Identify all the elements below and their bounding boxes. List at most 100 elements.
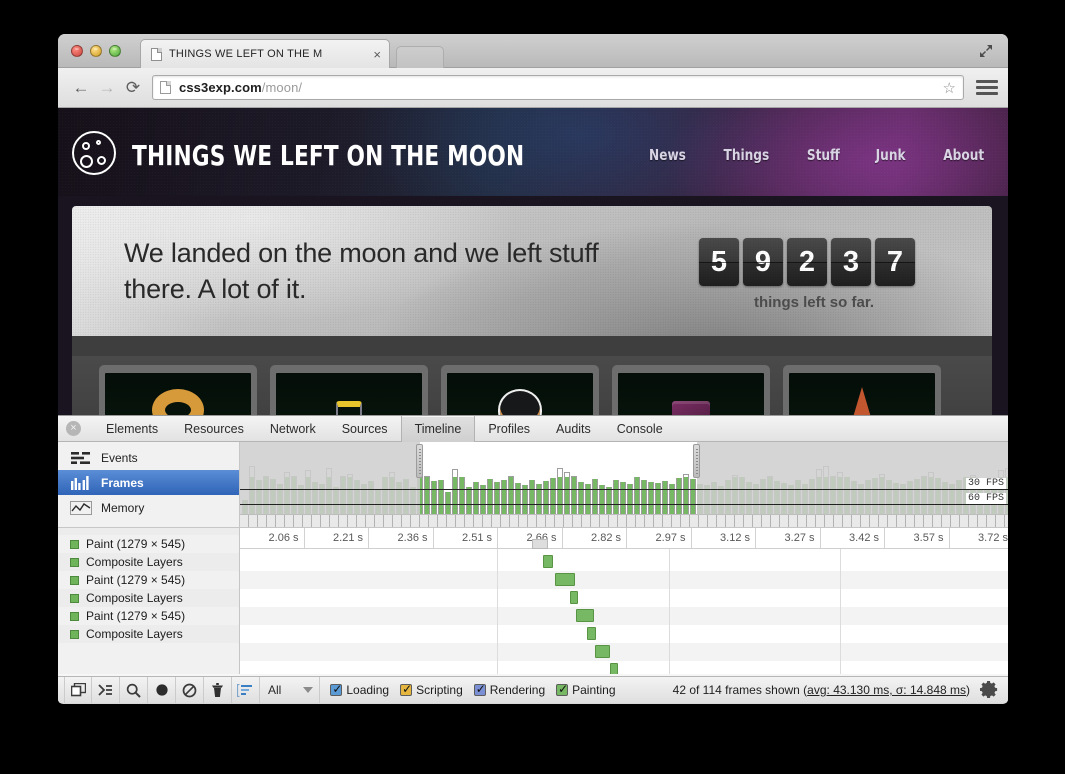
new-tab-button[interactable] [396,46,444,68]
event-block[interactable] [587,627,596,640]
records-timeline-column[interactable]: 2.06 s2.21 s2.36 s2.51 s2.66 s2.82 s2.97… [240,528,1008,674]
table-row[interactable]: Composite Layers [58,625,239,643]
overview-tick [321,515,330,527]
tab-console[interactable]: Console [604,416,676,442]
overview-tick [573,515,582,527]
screenshot-root: THINGS WE LEFT ON THE M × ← → ⟳ css3exp.… [0,0,1065,774]
frame-bar [683,474,689,514]
record-lane [240,643,1008,661]
event-block[interactable] [610,663,618,674]
record-lanes [240,549,1008,674]
checkbox-box[interactable] [400,684,412,696]
browser-toolbar: ← → ⟳ css3exp.com/moon/ ☆ [58,68,1008,108]
nav-item-about[interactable]: About [943,146,984,164]
console-drawer-button[interactable] [92,677,120,703]
tab-elements[interactable]: Elements [93,416,171,442]
overview-tick [411,515,420,527]
sidebar-item-memory[interactable]: Memory [58,495,239,520]
category-checkboxes: Loading Scripting Rendering Paintin [320,683,615,697]
selection-handle-left[interactable] [416,444,423,478]
event-block[interactable] [570,591,578,604]
fullscreen-icon[interactable] [978,43,994,59]
frame-bar [501,480,507,514]
event-block[interactable] [555,573,575,586]
nav-item-stuff[interactable]: Stuff [806,146,839,164]
tab-sources[interactable]: Sources [329,416,401,442]
overview-tick [510,515,519,527]
frame-bar [445,492,451,514]
garbage-collect-button[interactable] [204,677,232,703]
checkbox-scripting[interactable]: Scripting [400,683,463,697]
ruler-tick: 3.42 s [821,528,886,548]
bookmark-star-icon[interactable]: ☆ [943,79,956,97]
overview-tick [852,515,861,527]
gear-icon[interactable] [980,680,1000,700]
event-block[interactable] [595,645,610,658]
minimize-window-button[interactable] [90,45,102,57]
site-header: THINGS WE LEFT ON THE MOON News Things S… [58,108,1008,196]
table-row[interactable]: Paint (1279 × 545) [58,607,239,625]
overview-tick [951,515,960,527]
address-bar[interactable]: css3exp.com/moon/ ☆ [152,75,964,100]
sidebar-item-frames[interactable]: Frames [58,470,239,495]
overview-tick-strip [240,514,1008,527]
frame-bar [473,482,479,514]
nav-item-things[interactable]: Things [723,146,769,164]
search-icon[interactable] [120,677,148,703]
record-button[interactable] [148,677,176,703]
nav-item-junk[interactable]: Junk [876,146,906,164]
overview-tick [609,515,618,527]
tab-network[interactable]: Network [257,416,329,442]
frame-bar [634,477,640,514]
overview-tick [960,515,969,527]
ruler-tick: 2.36 s [369,528,434,548]
table-row[interactable]: Composite Layers [58,589,239,607]
dock-to-main-window-button[interactable] [64,677,92,703]
selection-handle-right[interactable] [693,444,700,478]
event-block[interactable] [543,555,553,568]
category-swatch [70,612,79,621]
reload-button[interactable]: ⟳ [120,75,146,101]
overview-tick [555,515,564,527]
event-block[interactable] [576,609,594,622]
tab-resources[interactable]: Resources [171,416,257,442]
devtools-close-button[interactable]: × [66,421,81,436]
overview-tick [879,515,888,527]
checkbox-box[interactable] [330,684,342,696]
table-row[interactable]: Paint (1279 × 545) [58,535,239,553]
checkbox-painting[interactable]: Painting [556,683,615,697]
overview-tick [681,515,690,527]
browser-menu-button[interactable] [976,80,998,95]
record-lane [240,589,1008,607]
category-filter-dropdown[interactable]: All [260,677,320,703]
record-label: Paint (1279 × 545) [86,537,185,551]
devtools-panel: × Elements Resources Network Sources Tim… [58,415,1008,703]
back-button[interactable]: ← [68,75,94,101]
checkbox-box[interactable] [556,684,568,696]
tab-profiles[interactable]: Profiles [475,416,543,442]
table-row[interactable]: Composite Layers [58,553,239,571]
table-row[interactable]: Paint (1279 × 545) [58,571,239,589]
close-window-button[interactable] [71,45,83,57]
checkbox-rendering[interactable]: Rendering [474,683,545,697]
sidebar-item-events[interactable]: Events [58,445,239,470]
forward-button[interactable]: → [94,75,120,101]
overview-tick [420,515,429,527]
tab-timeline[interactable]: Timeline [401,416,476,442]
frames-overview-chart[interactable]: 30 FPS 60 FPS [240,442,1008,527]
tab-title: THINGS WE LEFT ON THE M [169,48,369,60]
tab-audits[interactable]: Audits [543,416,604,442]
nav-item-news[interactable]: News [649,146,686,164]
status-stats-link[interactable]: avg: 43.130 ms, σ: 14.848 ms [807,683,966,697]
overview-tick [303,515,312,527]
time-scrubber[interactable] [532,539,548,549]
checkbox-box[interactable] [474,684,486,696]
checkbox-loading[interactable]: Loading [330,683,389,697]
clear-records-button[interactable] [176,677,204,703]
overview-tick [474,515,483,527]
frames-filter-button[interactable] [232,677,260,703]
zoom-window-button[interactable] [109,45,121,57]
browser-tab[interactable]: THINGS WE LEFT ON THE M × [140,39,390,68]
overview-tick [915,515,924,527]
close-tab-icon[interactable]: × [373,48,381,61]
